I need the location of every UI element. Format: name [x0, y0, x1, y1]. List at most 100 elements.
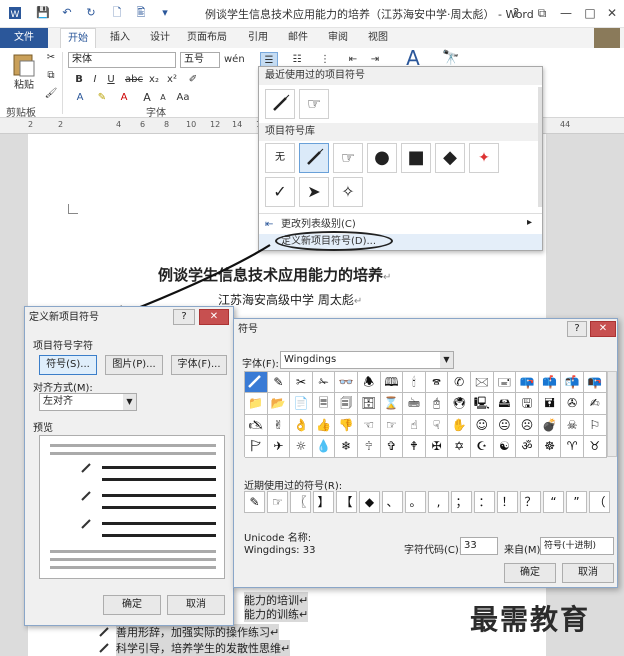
recent-symbol-cell[interactable]: “ [543, 491, 564, 513]
symbol-cell[interactable]: ✈ [267, 436, 291, 458]
symbol-cell[interactable]: 🖮 [403, 393, 426, 415]
recent-symbol-cell[interactable]: , [428, 491, 449, 513]
symbol-cell[interactable]: ✌ [267, 414, 291, 437]
symbol-cell[interactable]: 🕯 [403, 372, 426, 394]
recent-symbol-cell[interactable]: ！ [497, 491, 518, 513]
symbol-cell[interactable]: ☪ [471, 436, 494, 458]
symbol-cell[interactable]: 😐 [493, 414, 517, 437]
symbol-cell-selected[interactable] [245, 372, 268, 394]
recent-symbol-cell[interactable]: ◆ [359, 491, 380, 513]
symbol-cell[interactable]: 🗏 [312, 393, 336, 415]
symbol-cell[interactable]: ✍ [584, 393, 607, 415]
symbol-cell[interactable]: 🖎 [245, 414, 268, 437]
symbol-cell[interactable]: 📂 [267, 393, 291, 415]
symbol-cell[interactable]: ✁ [312, 372, 336, 394]
recent-symbol-cell[interactable]: ✎ [244, 491, 265, 513]
recent-symbol-cell[interactable]: （ [589, 491, 610, 513]
symbol-cell[interactable]: ♉ [584, 436, 607, 458]
symbol-cell[interactable]: 🗐 [335, 393, 358, 415]
help-button[interactable]: ? [567, 321, 587, 337]
symbol-cell[interactable]: 🖲 [448, 393, 471, 415]
symbol-cell[interactable]: 🖫 [516, 393, 539, 415]
recent-symbol-cell[interactable]: ； [451, 491, 472, 513]
symbol-cell[interactable]: 💣 [538, 414, 562, 437]
recent-symbol-cell[interactable]: ？ [520, 491, 541, 513]
define-bullet-dialog: 定义新项目符号 ? ✕ 项目符号字符 符号(S)... 图片(P)... 字体(… [24, 306, 234, 626]
symbol-cell[interactable]: ☼ [290, 436, 313, 458]
symbol-cell[interactable]: 📪 [516, 372, 539, 394]
font-button[interactable]: 字体(F)... [171, 355, 227, 375]
close-button[interactable]: ✕ [590, 321, 616, 337]
ok-button[interactable]: 确定 [504, 563, 556, 583]
picture-button[interactable]: 图片(P)... [105, 355, 163, 375]
close-button[interactable]: ✕ [199, 309, 229, 325]
recent-symbol-cell[interactable]: 〖 [290, 491, 311, 513]
symbol-cell[interactable]: 💧 [312, 436, 336, 458]
char-code-input[interactable]: 33 [460, 537, 498, 555]
symbol-cell[interactable]: ☺ [471, 414, 494, 437]
symbol-cell[interactable]: ✞ [380, 436, 404, 458]
chevron-down-icon[interactable]: ▼ [123, 394, 136, 410]
help-button[interactable]: ? [173, 309, 195, 325]
symbol-cell[interactable]: 🕭 [358, 372, 381, 394]
symbol-cell[interactable]: ⌛ [380, 393, 404, 415]
recent-symbol-cell[interactable]: 】 [313, 491, 334, 513]
symbol-cell[interactable]: 🕈 [403, 436, 426, 458]
recent-symbol-cell[interactable]: 、 [382, 491, 403, 513]
symbol-cell[interactable]: 👎 [335, 414, 358, 437]
symbol-cell[interactable]: ☯ [493, 436, 517, 458]
symbol-cell[interactable]: 👓 [335, 372, 358, 394]
symbol-cell[interactable]: 🖃 [493, 372, 517, 394]
symbol-cell[interactable]: 🖂 [471, 372, 494, 394]
symbol-cell[interactable]: ☜ [358, 414, 381, 437]
recent-symbol-cell[interactable]: 【 [336, 491, 357, 513]
grid-scrollbar[interactable] [607, 371, 617, 457]
symbol-cell[interactable]: ☝ [403, 414, 426, 437]
symbol-cell[interactable]: ✇ [561, 393, 584, 415]
symbol-cell[interactable]: ☞ [380, 414, 404, 437]
preview-label: 预览 [33, 423, 53, 434]
symbol-cell[interactable]: 📫 [538, 372, 562, 394]
symbol-cell[interactable]: 📭 [584, 372, 607, 394]
symbol-cell[interactable]: ✠ [425, 436, 449, 458]
symbol-cell[interactable]: 🖬 [538, 393, 562, 415]
symbol-cell[interactable]: ☸ [538, 436, 562, 458]
symbol-cell[interactable]: ❄ [335, 436, 358, 458]
cancel-button[interactable]: 取消 [167, 595, 225, 615]
symbol-cell[interactable]: 🖴 [493, 393, 517, 415]
unicode-name-label: Unicode 名称: [244, 533, 312, 544]
symbol-cell[interactable]: ♈ [561, 436, 584, 458]
symbol-cell[interactable]: ॐ [516, 436, 539, 458]
symbol-button[interactable]: 符号(S)... [39, 355, 97, 375]
from-select[interactable]: 符号(十进制) [540, 537, 614, 555]
symbol-cell[interactable]: 🕮 [380, 372, 404, 394]
symbol-cell[interactable]: 🕿 [425, 372, 449, 394]
symbol-cell[interactable]: 🕆 [358, 436, 381, 458]
symbol-cell[interactable]: 📄 [290, 393, 313, 415]
cancel-button[interactable]: 取消 [562, 563, 614, 583]
symbol-cell[interactable]: ☟ [425, 414, 449, 437]
symbol-cell[interactable]: 📁 [245, 393, 268, 415]
symbol-cell[interactable]: ☠ [561, 414, 584, 437]
symbol-cell[interactable]: 🏱 [245, 436, 268, 458]
symbol-cell[interactable]: 👌 [290, 414, 313, 437]
recent-symbol-cell[interactable]: ： [474, 491, 495, 513]
chevron-down-icon[interactable]: ▼ [440, 352, 453, 368]
symbol-cell[interactable]: ✂ [290, 372, 313, 394]
recent-symbol-cell[interactable]: 。 [405, 491, 426, 513]
font-select[interactable]: Wingdings [280, 351, 454, 369]
ok-button[interactable]: 确定 [103, 595, 161, 615]
symbol-cell[interactable]: 📬 [561, 372, 584, 394]
symbol-cell[interactable]: 🖳 [471, 393, 494, 415]
symbol-cell[interactable]: ✆ [448, 372, 471, 394]
symbol-cell[interactable]: ✋ [448, 414, 471, 437]
symbol-cell[interactable]: 👍 [312, 414, 336, 437]
symbol-cell[interactable]: 🗄 [358, 393, 381, 415]
symbol-cell[interactable]: ☹ [516, 414, 539, 437]
recent-symbol-cell[interactable]: ☞ [267, 491, 288, 513]
symbol-cell[interactable]: ✡ [448, 436, 471, 458]
symbol-cell[interactable]: ✎ [267, 372, 291, 394]
symbol-cell[interactable]: ⚐ [584, 414, 607, 437]
recent-symbol-cell[interactable]: ” [566, 491, 587, 513]
symbol-cell[interactable]: 🖰 [425, 393, 449, 415]
